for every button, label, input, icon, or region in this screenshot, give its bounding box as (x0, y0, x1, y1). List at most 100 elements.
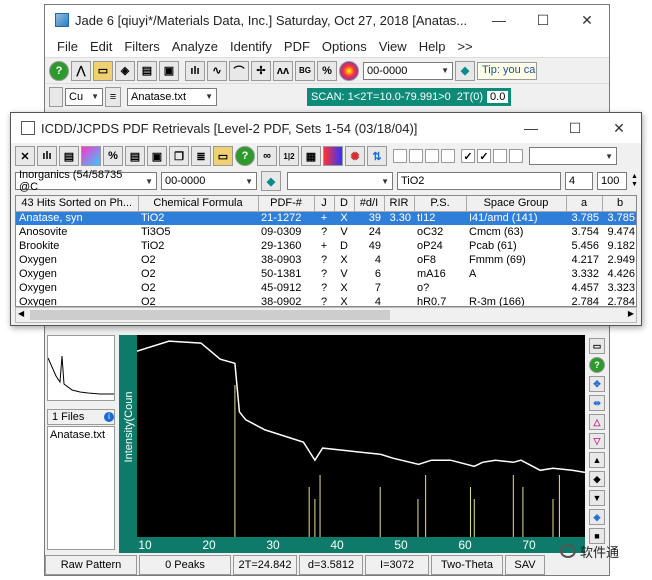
droplet-icon[interactable]: ◆ (455, 60, 475, 81)
table-row[interactable]: Anatase, syn TiO2 21-1272 + X 39 3.30 tI12 I41/a… (16, 211, 636, 225)
open-folder-icon[interactable]: ▭ (213, 146, 233, 166)
menu-analyze[interactable]: Analyze (166, 39, 224, 54)
menu-file[interactable]: File (51, 39, 84, 54)
menu-identify[interactable]: Identify (224, 39, 278, 54)
column-header[interactable]: #d/I (354, 196, 385, 212)
expand-icon[interactable]: ✥ (589, 376, 605, 392)
percent-icon[interactable]: % (103, 146, 123, 166)
zoom-icon[interactable]: ✢ (251, 60, 271, 81)
smooth-icon[interactable]: ∿ (207, 60, 227, 81)
column-header[interactable]: P.S. (414, 196, 467, 212)
table-row[interactable]: Brookite TiO2 29-1360 + D 49 oP24 Pcab (61) 5.45… (16, 239, 636, 253)
peak-select-icon[interactable]: ⋀ (71, 60, 91, 81)
pdf-minimize-button[interactable]: — (509, 113, 553, 143)
scan-2t-field[interactable]: 0.0 (487, 90, 509, 103)
option-checkbox-3[interactable] (425, 149, 439, 163)
option-checkbox-2[interactable] (409, 149, 423, 163)
pdf-extra-combo[interactable]: ▼ (529, 147, 617, 165)
pattern-plot[interactable] (137, 335, 585, 537)
spinner-icon[interactable]: ▲ ▼ (631, 173, 638, 189)
color-wheel-icon[interactable] (339, 60, 359, 81)
bg-icon[interactable]: BG (295, 60, 315, 81)
status-axis[interactable]: Two-Theta (431, 555, 503, 575)
file-list-item[interactable]: Anatase.txt (50, 429, 112, 441)
file-combo[interactable]: Anatase.txt ▼ (127, 87, 217, 106)
option-checkbox-1[interactable] (393, 149, 407, 163)
bar-chart-icon[interactable]: ılı (37, 146, 57, 166)
target-icon[interactable] (49, 86, 63, 107)
column-header[interactable]: D (334, 196, 355, 212)
menu-view[interactable]: View (373, 39, 413, 54)
minimize-button[interactable]: — (477, 5, 521, 35)
menu-more[interactable]: >> (451, 39, 478, 54)
files-info-icon[interactable]: i (104, 412, 114, 422)
help-small-icon[interactable]: ? (589, 357, 605, 373)
column-header[interactable]: Space Group (466, 196, 567, 212)
scale-up-icon[interactable]: △ (589, 414, 605, 430)
menu-filters[interactable]: Filters (118, 39, 165, 54)
bar-chart-icon[interactable]: ılı (185, 60, 205, 81)
column-header[interactable]: RIR (384, 196, 415, 212)
palette-icon[interactable] (81, 146, 101, 166)
droplet-icon[interactable]: ◆ (261, 171, 281, 191)
menu-help[interactable]: Help (413, 39, 452, 54)
table-row[interactable]: Oxygen O2 45-0912? X 7 o? 4.457 3.323 (16, 281, 636, 295)
table-row[interactable]: Anosovite Ti3O5 09-0309? V 24 oC32 Cmcm (63) 3.… (16, 225, 636, 239)
help-icon[interactable]: ? (49, 60, 69, 81)
list-icon[interactable]: ≡ (105, 86, 121, 107)
column-header[interactable]: Chemical Formula (138, 196, 259, 212)
help-icon[interactable]: ? (235, 146, 255, 166)
card-icon[interactable]: ▤ (59, 146, 79, 166)
scroll-left-icon[interactable]: ◀ (18, 309, 24, 318)
scrollbar-thumb[interactable] (30, 310, 390, 320)
status-sav[interactable]: SAV (505, 555, 545, 575)
option-checkbox-6[interactable]: ✓ (477, 149, 491, 163)
column-header[interactable]: J (314, 196, 335, 212)
binoculars-icon[interactable]: ∞ (257, 146, 277, 166)
status-peaks[interactable]: 0 Peaks (139, 555, 231, 575)
arrow-lr-icon[interactable]: ◈ (589, 509, 605, 525)
horizontal-scrollbar[interactable]: ◀ ▶ (15, 307, 637, 323)
scale-down-icon[interactable]: ▽ (589, 433, 605, 449)
option-checkbox-8[interactable] (509, 149, 523, 163)
close-x-icon[interactable]: ✕ (15, 146, 35, 166)
pdf-maximize-button[interactable]: ☐ (553, 113, 597, 143)
pointer-tool-icon[interactable]: ▭ (589, 338, 605, 354)
one-two-icon[interactable]: 1|2 (279, 146, 299, 166)
table-row[interactable]: Oxygen O2 50-1381? V 6 mA16 A 3.332 4.426 (16, 267, 636, 281)
sun-icon[interactable]: ✺ (345, 146, 365, 166)
edit-icon[interactable]: ◈ (115, 60, 135, 81)
save-icon[interactable]: ▣ (147, 146, 167, 166)
pattern-thumbnail[interactable] (47, 335, 115, 401)
save-icon[interactable]: ▣ (159, 60, 179, 81)
arrow-updown-icon[interactable]: ◆ (589, 471, 605, 487)
column-header[interactable]: b (602, 196, 636, 212)
close-button[interactable]: ✕ (565, 5, 609, 35)
option-checkbox-7[interactable] (493, 149, 507, 163)
column-header[interactable]: 43 Hits Sorted on Ph... (16, 196, 139, 212)
open-file-icon[interactable]: ▭ (93, 60, 113, 81)
table-row[interactable]: Oxygen O2 38-0902? X 4 hR0.7 R-3m (166) 2.784 2.… (16, 295, 636, 306)
option-checkbox-5[interactable]: ✓ (461, 149, 475, 163)
status-pattern[interactable]: Raw Pattern (45, 555, 137, 575)
copy-icon[interactable]: ❐ (169, 146, 189, 166)
element-table-icon[interactable]: ▦ (301, 146, 321, 166)
maximize-button[interactable]: ☐ (521, 5, 565, 35)
arrow-up-icon[interactable]: ▲ (589, 452, 605, 468)
pdf-number-combo[interactable]: 00-0000 ▼ (161, 172, 257, 190)
column-header[interactable]: a (566, 196, 603, 212)
pdf-close-button[interactable]: ✕ (597, 113, 641, 143)
color-box-icon[interactable] (323, 146, 343, 166)
background-icon[interactable]: ⌒ (229, 60, 249, 81)
menu-edit[interactable]: Edit (84, 39, 118, 54)
number-input-2[interactable]: 100 (597, 172, 627, 190)
export-icon[interactable]: ≣ (191, 146, 211, 166)
menu-pdf[interactable]: PDF (278, 39, 316, 54)
target-combo[interactable]: Cu ▼ (65, 87, 103, 106)
formula-input[interactable]: TiO2 (397, 172, 561, 190)
stretch-icon[interactable]: ⇹ (589, 395, 605, 411)
pdf-number-combo[interactable]: 00-0000 ▼ (363, 61, 453, 80)
column-header[interactable]: PDF-# (258, 196, 315, 212)
database-combo[interactable]: Inorganics (54/58735 @C ▼ (15, 169, 157, 193)
menu-options[interactable]: Options (316, 39, 373, 54)
